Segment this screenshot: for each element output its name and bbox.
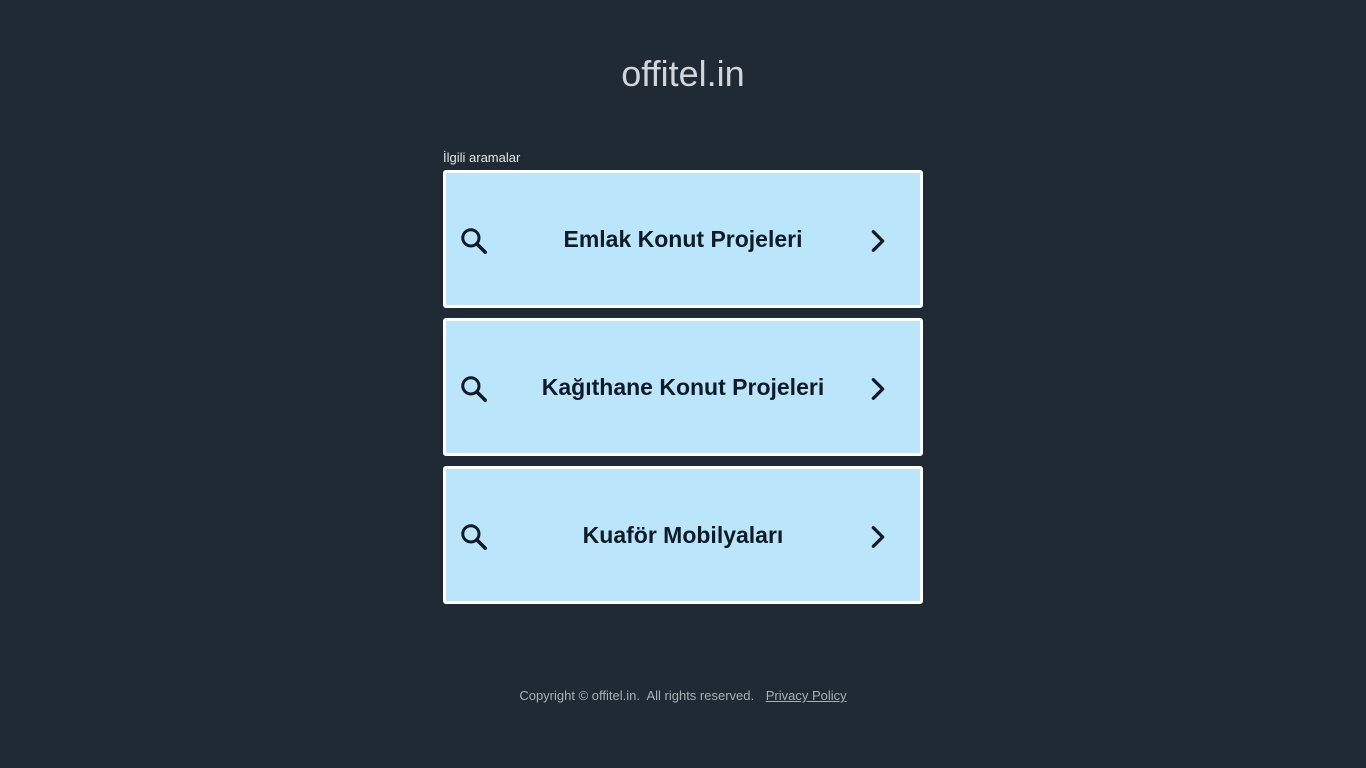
related-searches-list: Emlak Konut Projeleri Kağıthane Konut Pr…	[443, 170, 923, 614]
related-search-label: Emlak Konut Projeleri	[563, 226, 803, 252]
site-title: offitel.in	[621, 53, 745, 94]
chevron-right-icon	[871, 378, 885, 400]
related-search-label: Kuaför Mobilyaları	[582, 522, 784, 548]
related-search-item-emlak-konut-projeleri[interactable]: Emlak Konut Projeleri	[443, 170, 923, 308]
footer: Copyright © offitel.in. All rights reser…	[0, 688, 1366, 704]
chevron-right-icon	[871, 526, 885, 548]
related-search-item-kuafor-mobilyalari[interactable]: Kuaför Mobilyaları	[443, 466, 923, 604]
search-icon	[461, 228, 487, 254]
parked-domain-page: offitel.in İlgili aramalar Emlak Konut P…	[0, 0, 1366, 768]
search-icon	[461, 524, 487, 550]
privacy-policy-link[interactable]: Privacy Policy	[766, 688, 847, 703]
chevron-right-icon	[871, 230, 885, 252]
search-icon	[461, 376, 487, 402]
copyright-text: Copyright © offitel.in. All rights reser…	[519, 688, 755, 703]
related-searches-label: İlgili aramalar	[443, 150, 521, 165]
related-search-label: Kağıthane Konut Projeleri	[541, 374, 825, 400]
related-search-item-kagithane-konut-projeleri[interactable]: Kağıthane Konut Projeleri	[443, 318, 923, 456]
